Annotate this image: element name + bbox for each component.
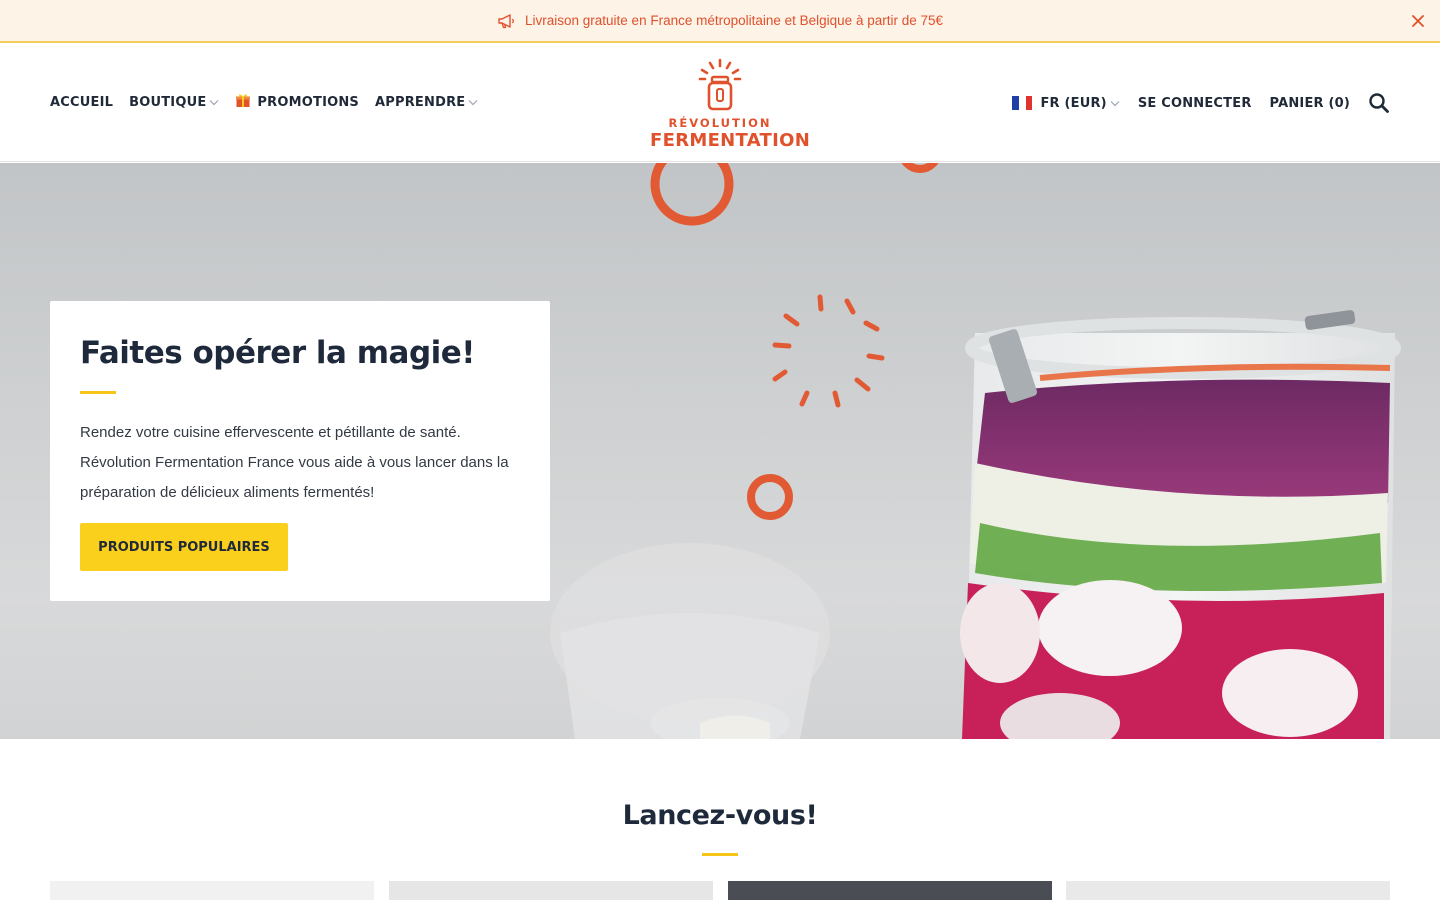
language-selector[interactable]: FR (EUR)	[1012, 95, 1120, 111]
login-link[interactable]: SE CONNECTER	[1138, 96, 1252, 111]
announcement-bar: Livraison gratuite en France métropolita…	[0, 0, 1440, 43]
nav-apprendre[interactable]: APPRENDRE	[375, 95, 478, 110]
nav-accueil[interactable]: ACCUEIL	[50, 95, 113, 110]
hero-banner: Faites opérer la magie! Rendez votre cui…	[0, 163, 1440, 739]
france-flag-icon	[1012, 96, 1033, 110]
category-tile[interactable]	[389, 881, 713, 900]
chevron-down-icon	[468, 95, 478, 110]
gift-icon	[235, 92, 251, 112]
chevron-down-icon	[1110, 96, 1120, 111]
nav-boutique-label: BOUTIQUE	[129, 94, 207, 110]
nav-apprendre-label: APPRENDRE	[375, 94, 466, 110]
language-label: FR (EUR)	[1040, 95, 1107, 111]
hero-card: Faites opérer la magie! Rendez votre cui…	[50, 301, 550, 601]
jar-burst-icon	[698, 58, 742, 111]
nav-boutique[interactable]: BOUTIQUE	[129, 95, 219, 110]
category-tiles	[50, 881, 1390, 900]
close-icon[interactable]	[1408, 11, 1428, 31]
nav-promotions-label: PROMOTIONS	[257, 94, 359, 110]
category-tile[interactable]	[50, 881, 374, 900]
section-title: Lancez-vous!	[622, 800, 818, 831]
utility-nav: FR (EUR) SE CONNECTER PANIER (0)	[1012, 92, 1390, 114]
announcement-text: Livraison gratuite en France métropolita…	[525, 13, 943, 28]
hero-title: Faites opérer la magie!	[80, 335, 475, 371]
category-tile[interactable]	[728, 881, 1052, 900]
announcement-content: Livraison gratuite en France métropolita…	[497, 13, 943, 29]
section-underline	[702, 853, 738, 856]
search-icon[interactable]	[1368, 92, 1390, 114]
category-tile[interactable]	[1066, 881, 1390, 900]
nav-promotions[interactable]: PROMOTIONS	[235, 92, 359, 112]
hero-text: Rendez votre cuisine effervescente et pé…	[80, 424, 509, 501]
brand-logo[interactable]: RÉVOLUTION FERMENTATION	[650, 57, 811, 153]
cart-link[interactable]: PANIER (0)	[1270, 96, 1350, 111]
chevron-down-icon	[209, 95, 219, 110]
nav-accueil-label: ACCUEIL	[50, 94, 114, 110]
megaphone-icon	[497, 13, 517, 29]
title-underline	[80, 391, 116, 394]
main-nav: ACCUEIL BOUTIQUE PROMOTIONS APPRENDRE	[50, 92, 478, 112]
popular-products-button[interactable]: PRODUITS POPULAIRES	[80, 523, 288, 571]
logo-line2: FERMENTATION	[650, 130, 811, 151]
site-header: ACCUEIL BOUTIQUE PROMOTIONS APPRENDRE RÉ…	[0, 45, 1440, 162]
logo-line1: RÉVOLUTION	[668, 116, 772, 130]
